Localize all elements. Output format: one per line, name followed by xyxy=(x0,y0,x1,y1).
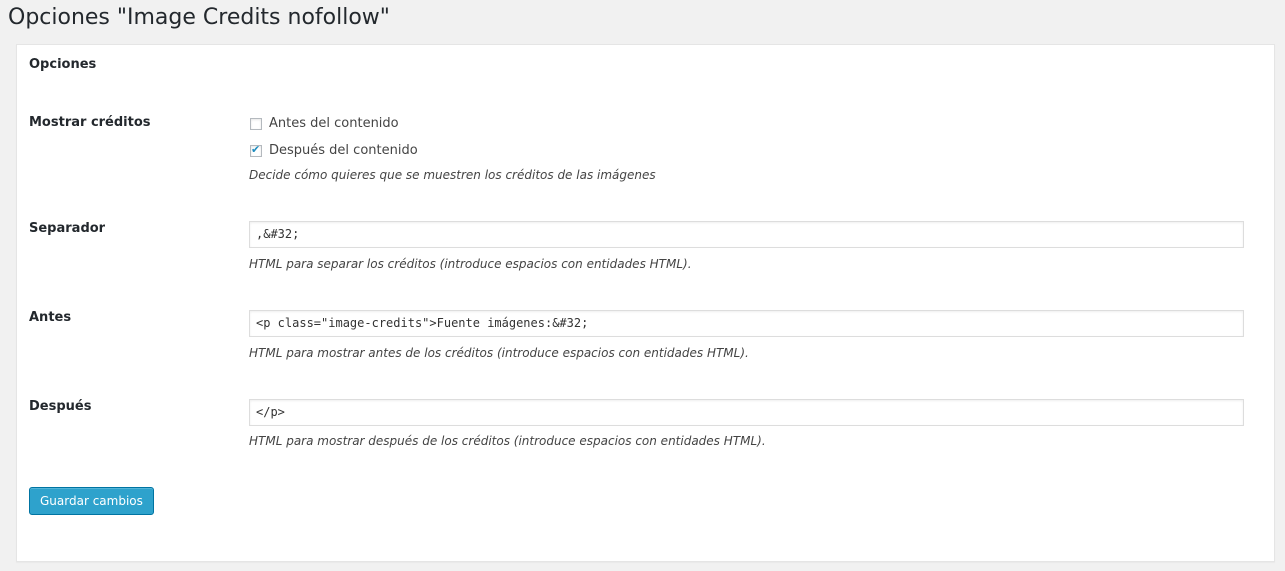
options-panel: Opciones Mostrar créditos Antes del cont… xyxy=(16,44,1275,562)
mostrar-creditos-description: Decide cómo quieres que se muestren los … xyxy=(249,168,656,182)
antes-del-contenido-label: Antes del contenido xyxy=(269,116,399,131)
separador-input[interactable]: ,&#32; xyxy=(249,221,1244,248)
separador-description: HTML para separar los créditos (introduc… xyxy=(249,257,692,271)
mostrar-creditos-label: Mostrar créditos xyxy=(29,115,151,130)
antes-del-contenido-checkbox[interactable] xyxy=(250,117,262,130)
section-title: Opciones xyxy=(29,57,97,72)
despues-del-contenido-label: Después del contenido xyxy=(269,143,418,158)
antes-input[interactable]: <p class="image-credits">Fuente imágenes… xyxy=(249,310,1244,337)
antes-label: Antes xyxy=(29,310,72,325)
save-button[interactable]: Guardar cambios xyxy=(29,487,154,515)
despues-del-contenido-option[interactable]: Después del contenido xyxy=(250,143,418,158)
antes-del-contenido-option[interactable]: Antes del contenido xyxy=(250,116,399,131)
page-title: Opciones "Image Credits nofollow" xyxy=(8,5,390,30)
despues-del-contenido-checkbox[interactable] xyxy=(250,143,262,157)
antes-description: HTML para mostrar antes de los créditos … xyxy=(249,346,749,360)
despues-input[interactable]: </p> xyxy=(249,399,1244,426)
despues-label: Después xyxy=(29,399,92,414)
despues-description: HTML para mostrar después de los crédito… xyxy=(249,434,766,448)
separador-label: Separador xyxy=(29,221,106,236)
